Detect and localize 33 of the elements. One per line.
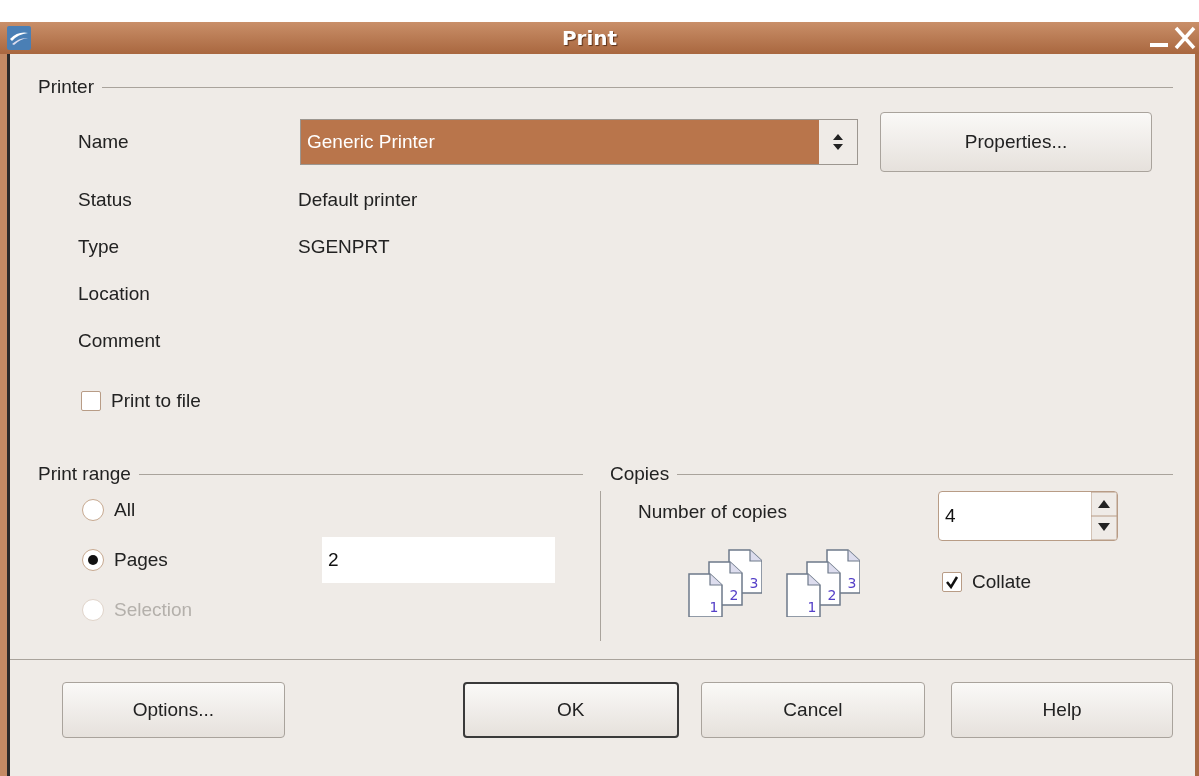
radio-label: Selection (114, 599, 193, 621)
window-title: Print (560, 26, 619, 50)
checkbox-label: Print to file (111, 390, 201, 412)
dialog-button[interactable]: OK (462, 682, 679, 738)
info-value: SGENPRT (298, 235, 391, 258)
info-value: Default printer (298, 188, 419, 211)
info-label: Type (78, 235, 121, 258)
info-label: Status (78, 188, 133, 211)
app-icon (6, 25, 32, 51)
checkbox[interactable] (81, 391, 101, 411)
dialog-button[interactable]: Options... (62, 682, 285, 738)
field-label: Name (78, 131, 129, 152)
checkbox-label: Collate (972, 571, 1032, 593)
dialog-button[interactable]: Cancel (700, 682, 926, 738)
info-label: Location (78, 282, 151, 305)
checkbox[interactable] (942, 572, 962, 592)
field-label: Number of copies (638, 501, 788, 523)
section-title: Print range (38, 463, 131, 485)
dialog-button[interactable]: Help (951, 682, 1173, 738)
spin-arrows-icon[interactable] (1091, 492, 1117, 540)
pages-field[interactable]: 2 (322, 537, 555, 583)
radio-button[interactable] (82, 549, 104, 571)
close-icon[interactable] (1173, 25, 1197, 51)
copies-spinbox[interactable]: 4 (938, 491, 1118, 541)
printer-dropdown[interactable]: Generic Printer (300, 119, 858, 165)
section-title: Printer (38, 76, 94, 98)
updown-icon (832, 133, 844, 151)
info-label: Comment (78, 329, 162, 352)
radio-button[interactable] (82, 499, 104, 521)
radio-label: All (114, 499, 136, 521)
properties-button[interactable]: Properties... (880, 112, 1152, 172)
section-title: Copies (610, 463, 670, 485)
radio-label: Pages (114, 549, 168, 571)
